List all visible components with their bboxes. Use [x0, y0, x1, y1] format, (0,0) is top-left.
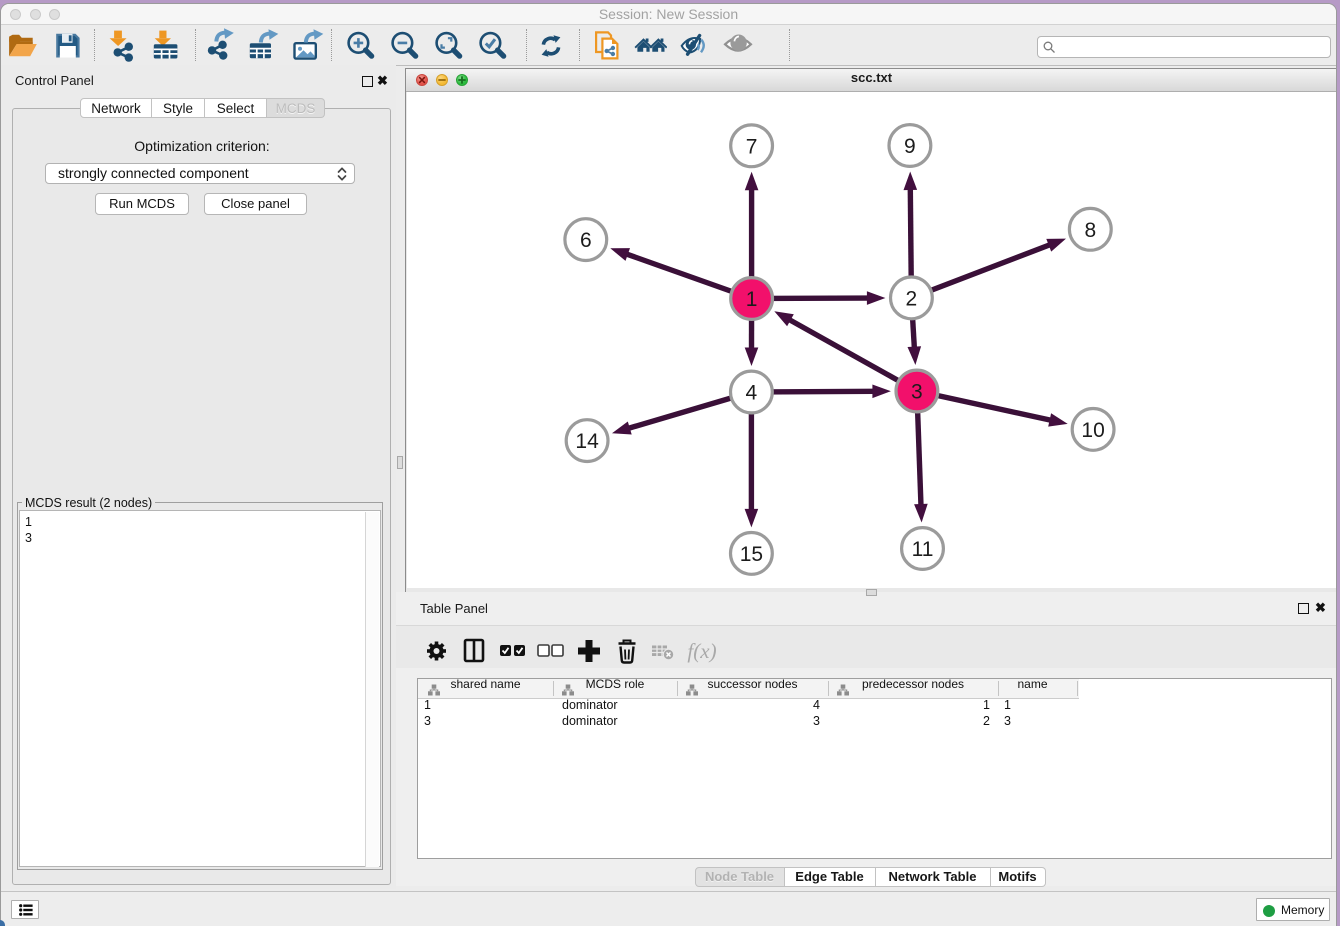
svg-text:6: 6: [580, 229, 592, 252]
svg-text:14: 14: [575, 430, 599, 453]
svg-text:9: 9: [904, 135, 916, 158]
svg-text:4: 4: [746, 382, 758, 405]
svg-text:f(x): f(x): [687, 639, 716, 663]
svg-text:1: 1: [746, 288, 758, 311]
svg-text:15: 15: [740, 543, 763, 566]
svg-text:3: 3: [911, 381, 923, 404]
svg-text:7: 7: [746, 135, 758, 158]
svg-text:8: 8: [1084, 219, 1096, 242]
svg-text:10: 10: [1081, 419, 1104, 442]
svg-text:11: 11: [912, 538, 934, 561]
svg-text:2: 2: [906, 287, 918, 310]
